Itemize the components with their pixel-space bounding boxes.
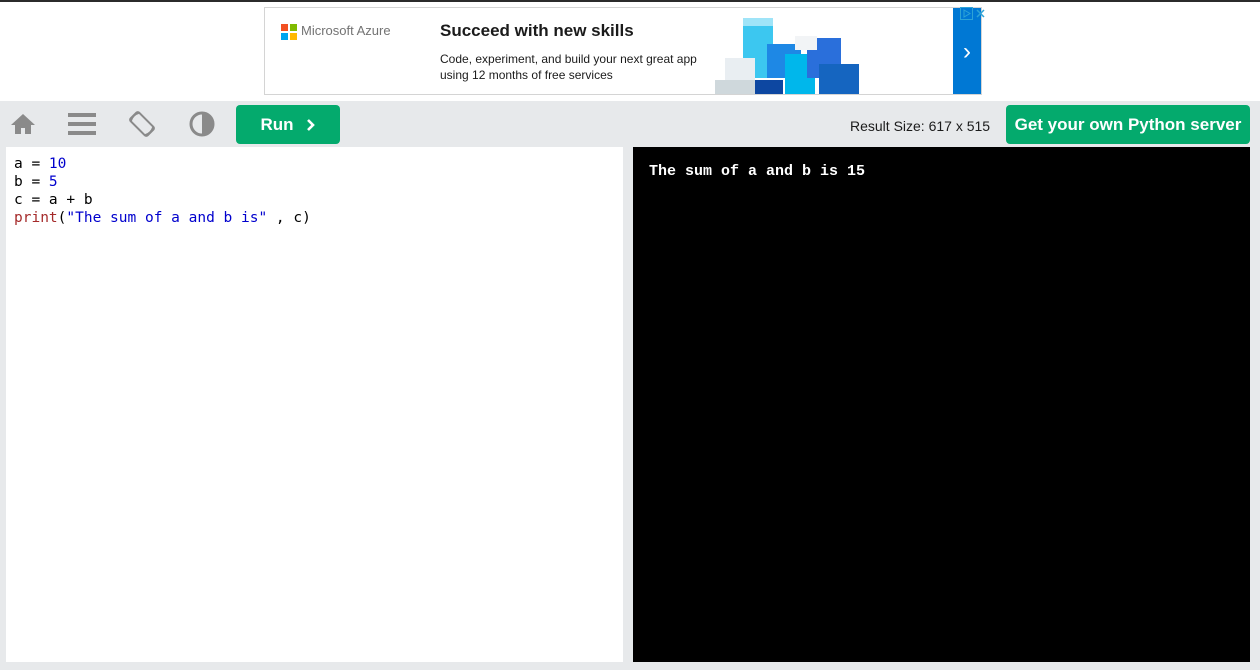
ad-title[interactable]: Succeed with new skills [440, 21, 634, 41]
microsoft-logo-icon [281, 24, 297, 40]
code-line-1: a = 10 [14, 156, 67, 172]
top-border [0, 0, 1260, 2]
chevron-right-icon [306, 118, 315, 131]
cubes-illustration [715, 18, 859, 94]
theme-toggle-icon[interactable] [188, 109, 216, 139]
run-button[interactable]: Run [236, 105, 340, 144]
code-content[interactable]: a = 10 b = 5 c = a + b print("The sum of… [14, 155, 311, 227]
ad-brand: Microsoft Azure [301, 23, 391, 38]
code-line-3: c = a + b [14, 192, 93, 208]
code-line-4: print("The sum of a and b is" , c) [14, 210, 311, 226]
get-python-server-button[interactable]: Get your own Python server [1006, 105, 1250, 144]
home-icon[interactable] [8, 109, 38, 139]
result-output: The sum of a and b is 15 [649, 163, 866, 180]
ad-body: Code, experiment, and build your next gr… [440, 52, 697, 82]
advertisement[interactable]: Microsoft Azure Succeed with new skills … [264, 7, 982, 95]
rotate-screen-icon[interactable] [126, 109, 158, 139]
menu-icon[interactable] [66, 109, 98, 139]
result-size-label: Result Size: 617 x 515 [850, 118, 991, 134]
run-label: Run [260, 114, 294, 134]
code-editor[interactable]: a = 10 b = 5 c = a + b print("The sum of… [6, 147, 623, 662]
toolbar: Run Result Size: 617 x 515 Get your own … [0, 101, 1260, 147]
result-panel: The sum of a and b is 15 [633, 147, 1250, 662]
code-line-2: b = 5 [14, 174, 58, 190]
top-banner: Microsoft Azure Succeed with new skills … [0, 0, 1260, 101]
ad-choices-icon[interactable] [960, 7, 988, 25]
